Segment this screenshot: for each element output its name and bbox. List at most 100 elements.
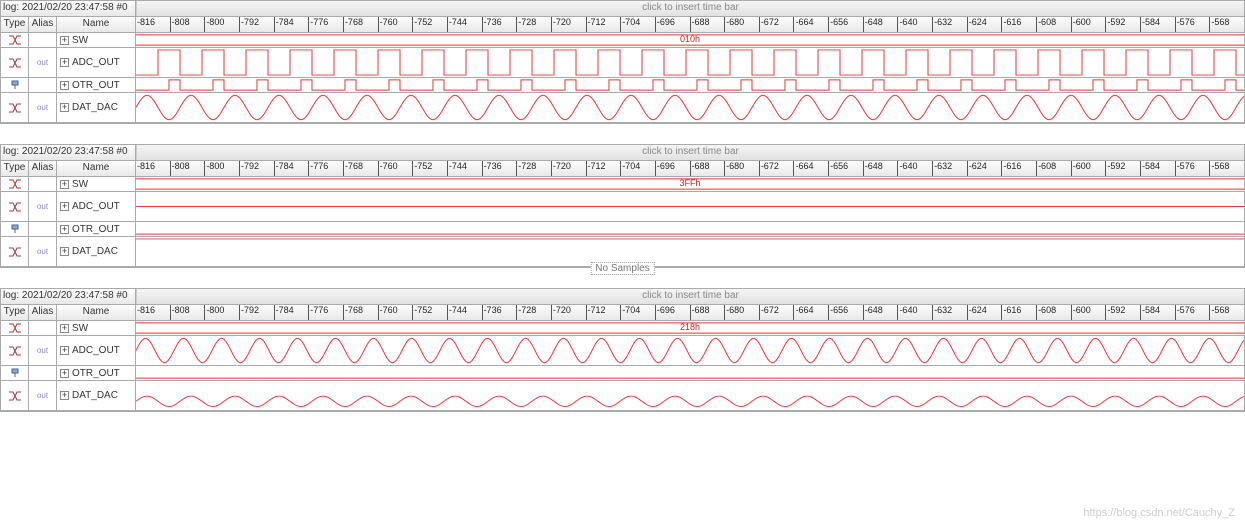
- ruler-tick: -592: [1105, 17, 1140, 32]
- signal-row[interactable]: out+ADC_OUT: [1, 192, 1244, 222]
- waveform-area[interactable]: [136, 78, 1244, 92]
- insert-timebar-area[interactable]: click to insert time bar: [136, 289, 1244, 304]
- waveform-area[interactable]: 218h: [136, 321, 1244, 335]
- col-header-name[interactable]: Name: [57, 161, 136, 176]
- signal-row[interactable]: +SW 3FFh: [1, 177, 1244, 192]
- signal-row[interactable]: out+DAT_DAC: [1, 381, 1244, 411]
- signal-name-cell[interactable]: +OTR_OUT: [57, 366, 136, 380]
- ruler-tick: -816: [136, 161, 170, 176]
- ruler-tick: -736: [482, 161, 517, 176]
- col-header-type[interactable]: Type: [1, 17, 29, 32]
- signal-name-label: OTR_OUT: [72, 80, 120, 91]
- expand-icon[interactable]: +: [60, 346, 69, 355]
- bus-value-label: 3FFh: [679, 178, 700, 188]
- col-header-name[interactable]: Name: [57, 17, 136, 32]
- waveform-area[interactable]: [136, 237, 1244, 266]
- signal-name-cell[interactable]: +SW: [57, 321, 136, 335]
- ruler-tick: -600: [1071, 17, 1106, 32]
- signal-alias: [29, 222, 57, 236]
- ruler-tick: -728: [516, 305, 551, 320]
- signal-row[interactable]: +OTR_OUT: [1, 222, 1244, 237]
- signal-name-cell[interactable]: +DAT_DAC: [57, 381, 136, 410]
- insert-timebar-area[interactable]: click to insert time bar: [136, 1, 1244, 16]
- expand-icon[interactable]: +: [60, 391, 69, 400]
- signal-name-cell[interactable]: +SW: [57, 177, 136, 191]
- signal-row[interactable]: out+DAT_DAC: [1, 93, 1244, 123]
- signal-name-cell[interactable]: +ADC_OUT: [57, 48, 136, 77]
- ruler-tick: -672: [759, 161, 794, 176]
- expand-icon[interactable]: +: [60, 81, 69, 90]
- ruler-tick: -768: [343, 305, 378, 320]
- signal-row[interactable]: out+ADC_OUT: [1, 336, 1244, 366]
- signal-row[interactable]: +OTR_OUT: [1, 78, 1244, 93]
- signal-row[interactable]: out+ADC_OUT: [1, 48, 1244, 78]
- signal-name-cell[interactable]: +ADC_OUT: [57, 336, 136, 365]
- time-ruler[interactable]: -816-808-800-792-784-776-768-760-752-744…: [136, 17, 1244, 32]
- ruler-tick: -576: [1175, 305, 1210, 320]
- insert-timebar-area[interactable]: click to insert time bar: [136, 145, 1244, 160]
- signal-name-label: DAT_DAC: [72, 390, 118, 401]
- ruler-tick: -616: [1001, 305, 1036, 320]
- waveform-area[interactable]: [136, 93, 1244, 122]
- col-header-type[interactable]: Type: [1, 305, 29, 320]
- signal-alias: out: [29, 192, 57, 221]
- ruler-tick: -760: [378, 161, 413, 176]
- ruler-tick: -816: [136, 305, 170, 320]
- waveform-area[interactable]: [136, 48, 1244, 77]
- ruler-tick: -568: [1209, 305, 1244, 320]
- signal-name-label: SW: [72, 35, 88, 46]
- expand-icon[interactable]: +: [60, 36, 69, 45]
- ruler-tick: -720: [551, 161, 586, 176]
- bus-value-label: 218h: [680, 322, 700, 332]
- col-header-type[interactable]: Type: [1, 161, 29, 176]
- signal-name-cell[interactable]: +DAT_DAC: [57, 237, 136, 266]
- expand-icon[interactable]: +: [60, 58, 69, 67]
- ruler-tick: -680: [724, 305, 759, 320]
- expand-icon[interactable]: +: [60, 369, 69, 378]
- waveform-area[interactable]: [136, 366, 1244, 380]
- waveform-area[interactable]: [136, 336, 1244, 365]
- signal-row[interactable]: +SW010h: [1, 33, 1244, 48]
- col-header-name[interactable]: Name: [57, 305, 136, 320]
- waveform-area[interactable]: [136, 192, 1244, 221]
- expand-icon[interactable]: +: [60, 247, 69, 256]
- ruler-tick: -632: [932, 305, 967, 320]
- ruler-tick: -712: [586, 305, 621, 320]
- log-timestamp: log: 2021/02/20 23:47:58 #0: [1, 145, 136, 160]
- ruler-tick: -600: [1071, 305, 1106, 320]
- col-header-alias[interactable]: Alias: [29, 161, 57, 176]
- signal-name-label: OTR_OUT: [72, 368, 120, 379]
- ruler-tick: -640: [897, 305, 932, 320]
- expand-icon[interactable]: +: [60, 180, 69, 189]
- ruler-tick: -696: [655, 17, 690, 32]
- expand-icon[interactable]: +: [60, 324, 69, 333]
- expand-icon[interactable]: +: [60, 225, 69, 234]
- ruler-tick: -656: [828, 17, 863, 32]
- ruler-tick: -720: [551, 17, 586, 32]
- waveform-area[interactable]: [136, 381, 1244, 410]
- signal-row[interactable]: +OTR_OUT: [1, 366, 1244, 381]
- time-ruler[interactable]: -816-808-800-792-784-776-768-760-752-744…: [136, 161, 1244, 176]
- ruler-tick: -648: [863, 305, 898, 320]
- signal-name-label: SW: [72, 323, 88, 334]
- expand-icon[interactable]: +: [60, 202, 69, 211]
- time-ruler[interactable]: -816-808-800-792-784-776-768-760-752-744…: [136, 305, 1244, 320]
- ruler-tick: -632: [932, 161, 967, 176]
- signal-name-cell[interactable]: +DAT_DAC: [57, 93, 136, 122]
- col-header-alias[interactable]: Alias: [29, 305, 57, 320]
- signal-type-icon: [1, 321, 29, 335]
- signal-name-cell[interactable]: +OTR_OUT: [57, 78, 136, 92]
- waveform-area[interactable]: 010h: [136, 33, 1244, 47]
- waveform-area[interactable]: 3FFh: [136, 177, 1244, 191]
- watermark-text: https://blog.csdn.net/Cauchy_Z: [1083, 507, 1235, 519]
- expand-icon[interactable]: +: [60, 103, 69, 112]
- col-header-alias[interactable]: Alias: [29, 17, 57, 32]
- signal-name-cell[interactable]: +SW: [57, 33, 136, 47]
- signal-row[interactable]: +SW 218h: [1, 321, 1244, 336]
- ruler-tick: -624: [967, 305, 1002, 320]
- waveform-area[interactable]: [136, 222, 1244, 236]
- signal-type-icon: [1, 78, 29, 92]
- signal-name-cell[interactable]: +OTR_OUT: [57, 222, 136, 236]
- signal-name-cell[interactable]: +ADC_OUT: [57, 192, 136, 221]
- ruler-tick: -592: [1105, 161, 1140, 176]
